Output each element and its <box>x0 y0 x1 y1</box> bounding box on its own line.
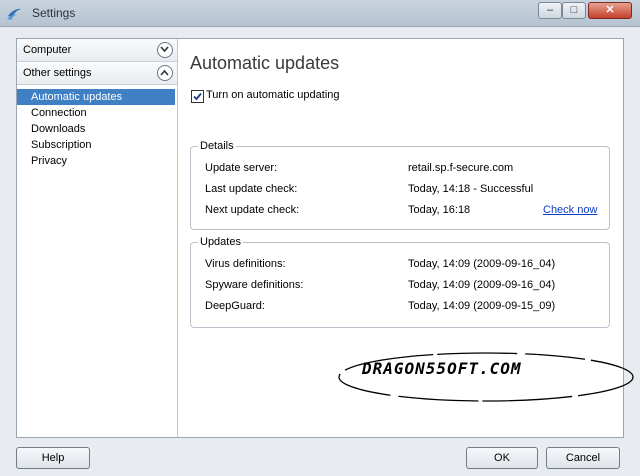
sidebar-item-label: Automatic updates <box>31 91 123 103</box>
sidebar-item-downloads[interactable]: Downloads <box>17 121 177 137</box>
settings-panel: Computer Other settings Automatic update… <box>16 38 634 438</box>
sidebar-item-connection[interactable]: Connection <box>17 105 177 121</box>
close-button[interactable]: ✕ <box>588 2 632 19</box>
ok-button[interactable]: OK <box>466 447 538 469</box>
last-update-check-value: Today, 14:18 - Successful <box>408 183 534 195</box>
sidebar-item-privacy[interactable]: Privacy <box>17 153 177 169</box>
sidebar-category-label: Computer <box>23 44 72 56</box>
checkmark-icon <box>193 92 202 101</box>
maximize-button[interactable]: □ <box>562 2 586 19</box>
details-group: Details Update server: retail.sp.f-secur… <box>190 140 610 230</box>
minimize-button[interactable]: – <box>538 2 562 19</box>
page-title: Automatic updates <box>190 53 340 73</box>
update-server-value: retail.sp.f-secure.com <box>408 162 514 174</box>
window-title: Settings <box>32 6 76 20</box>
next-update-check-label: Next update check: <box>205 204 300 216</box>
spyware-definitions-label: Spyware definitions: <box>205 279 304 291</box>
title-bar[interactable]: Settings – □ ✕ <box>0 0 640 27</box>
chevron-up-icon[interactable] <box>157 65 173 81</box>
app-logo-icon <box>7 8 21 20</box>
cancel-button[interactable]: Cancel <box>546 447 620 469</box>
check-now-link[interactable]: Check now <box>543 204 597 216</box>
minimize-icon: – <box>546 4 554 16</box>
update-server-label: Update server: <box>205 162 278 174</box>
sidebar-category-label: Other settings <box>23 67 92 79</box>
sidebar-category-computer[interactable]: Computer <box>17 39 177 62</box>
sidebar-item-subscription[interactable]: Subscription <box>17 137 177 153</box>
details-legend: Details <box>198 140 236 152</box>
deepguard-label: DeepGuard: <box>205 300 265 312</box>
sidebar-item-label: Connection <box>31 107 87 119</box>
watermark-text: DRAGON55OFT.COM <box>361 359 522 378</box>
sidebar-category-other-settings[interactable]: Other settings <box>17 62 177 85</box>
watermark-logo: DRAGON55OFT.COM <box>338 352 634 402</box>
virus-definitions-label: Virus definitions: <box>205 258 286 270</box>
last-update-check-label: Last update check: <box>205 183 298 195</box>
maximize-icon: □ <box>570 4 578 16</box>
spyware-definitions-value: Today, 14:09 (2009-09-16_04) <box>408 279 556 291</box>
help-button[interactable]: Help <box>16 447 90 469</box>
virus-definitions-value: Today, 14:09 (2009-09-16_04) <box>408 258 556 270</box>
deepguard-value: Today, 14:09 (2009-09-15_09) <box>408 300 556 312</box>
auto-update-checkbox-label[interactable]: Turn on automatic updating <box>206 89 340 101</box>
updates-group: Updates Virus definitions: Today, 14:09 … <box>190 236 610 328</box>
updates-legend: Updates <box>198 236 243 248</box>
sidebar: Computer Other settings Automatic update… <box>17 39 178 437</box>
sidebar-item-label: Subscription <box>31 139 92 151</box>
auto-update-checkbox[interactable] <box>191 90 204 103</box>
sidebar-item-label: Downloads <box>31 123 86 135</box>
settings-window: Settings – □ ✕ Computer Other settings A… <box>0 0 640 476</box>
chevron-down-icon[interactable] <box>157 42 173 58</box>
main-panel: Automatic updates Turn on automatic upda… <box>178 39 634 437</box>
sidebar-item-label: Privacy <box>31 155 68 167</box>
next-update-check-value: Today, 16:18 <box>408 204 471 216</box>
sidebar-item-automatic-updates[interactable]: Automatic updates <box>17 89 175 105</box>
close-icon: ✕ <box>605 4 615 16</box>
